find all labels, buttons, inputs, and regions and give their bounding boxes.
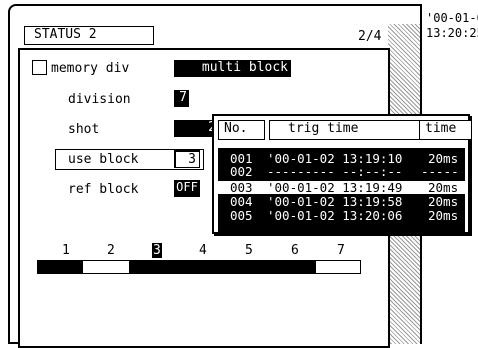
- row-no: 003: [230, 180, 253, 195]
- page-indicator: 2/4: [358, 29, 382, 44]
- row-no: 005: [230, 208, 253, 223]
- use-block-field[interactable]: 3: [174, 150, 200, 168]
- block-segment-3-6: [129, 261, 316, 273]
- ref-block-field[interactable]: OFF: [174, 180, 200, 197]
- row-time: 20ms: [428, 208, 459, 223]
- ref-block-label: ref block: [68, 182, 139, 197]
- list-item-selected[interactable]: 003 '00-01-02 13:19:49 20ms: [218, 181, 465, 194]
- division-label: division: [68, 92, 131, 107]
- memory-div-checkbox[interactable]: [32, 60, 47, 75]
- row-trig-time: --------- --:--:--: [267, 164, 403, 179]
- division-field[interactable]: 7: [174, 90, 189, 107]
- popup-header-time: time: [419, 120, 472, 140]
- block-number-6: 6: [291, 243, 299, 258]
- block-segment-2: [83, 261, 129, 273]
- clock-date: '00-01-02: [426, 11, 478, 25]
- block-segment-7: [316, 261, 360, 273]
- memory-div-label: memory div: [51, 61, 130, 76]
- block-number-2: 2: [107, 243, 115, 258]
- row-trig-time: '00-01-02 13:19:58: [267, 194, 403, 209]
- block-number-7: 7: [337, 243, 345, 258]
- clock-time: 13:20:25: [426, 26, 478, 40]
- row-no: 004: [230, 194, 253, 209]
- block-segment-1: [38, 261, 83, 273]
- popup-header-trig-time: trig time: [269, 120, 431, 140]
- shot-label: shot: [68, 122, 100, 137]
- row-time: 20ms: [428, 194, 459, 209]
- list-item[interactable]: 004 '00-01-02 13:19:58 20ms: [218, 195, 465, 208]
- row-trig-time: '00-01-02 13:19:49: [267, 180, 403, 195]
- use-block-label: use block: [68, 152, 139, 167]
- block-number-1: 1: [62, 243, 70, 258]
- block-number-5: 5: [245, 243, 253, 258]
- block-number-4: 4: [199, 243, 207, 258]
- row-time: -----: [421, 164, 459, 179]
- row-no: 002: [230, 164, 253, 179]
- memory-div-mode-field[interactable]: multi block: [174, 60, 291, 77]
- block-bar: [37, 260, 361, 274]
- trigger-time-list[interactable]: 001 '00-01-02 13:19:10 20ms 002 --------…: [218, 148, 465, 232]
- trigger-time-popup: No. trig time time 001 '00-01-02 13:19:1…: [212, 114, 472, 234]
- list-item[interactable]: 005 '00-01-02 13:20:06 20ms: [218, 209, 465, 222]
- row-trig-time: '00-01-02 13:20:06: [267, 208, 403, 223]
- list-item[interactable]: 002 --------- --:--:-- -----: [218, 165, 465, 178]
- row-time: 20ms: [428, 180, 459, 195]
- popup-header-no: No.: [218, 120, 265, 140]
- block-number-3-current: 3: [152, 243, 162, 258]
- page-title: STATUS 2: [24, 26, 154, 45]
